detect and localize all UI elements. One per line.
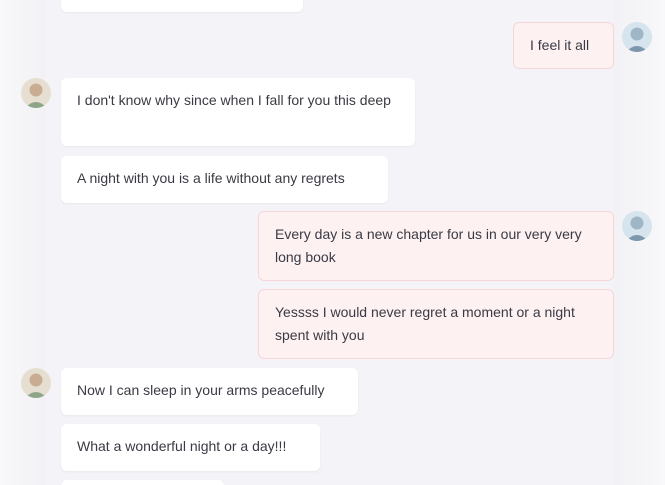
message-text: I feel it all [530,37,590,53]
self-avatar-icon [622,211,652,241]
message-bubble-incoming[interactable]: I don't know why since when I fall for y… [61,78,415,146]
message-bubble-incoming[interactable] [61,0,303,12]
message-bubble-incoming[interactable]: A night with you is a life without any r… [61,156,388,203]
chat-right-edge [613,0,665,485]
contact-avatar-icon [21,368,51,398]
chat-messages-area[interactable]: I feel it all I don't know why since whe… [0,0,665,485]
self-avatar-icon [622,22,652,52]
message-text: What a wonderful night or a day!!! [77,438,287,454]
contact-avatar-icon [21,78,51,108]
message-text: I don't know why since when I fall for y… [77,92,391,108]
self-avatar[interactable] [622,211,652,241]
contact-avatar[interactable] [21,78,51,108]
message-bubble-outgoing[interactable]: I feel it all [513,22,614,69]
chat-left-edge [0,0,45,485]
message-bubble-incoming[interactable]: Now I can sleep in your arms peacefully [61,368,358,415]
message-text: Yessss I would never regret a moment or … [275,304,575,343]
message-text: Now I can sleep in your arms peacefully [77,382,325,398]
message-bubble-incoming[interactable] [61,480,224,485]
message-text: A night with you is a life without any r… [77,170,345,186]
message-text: Every day is a new chapter for us in our… [275,226,582,265]
message-bubble-outgoing[interactable]: Every day is a new chapter for us in our… [258,211,614,281]
message-bubble-outgoing[interactable]: Yessss I would never regret a moment or … [258,289,614,359]
message-bubble-incoming[interactable]: What a wonderful night or a day!!! [61,424,320,471]
self-avatar[interactable] [622,22,652,52]
contact-avatar[interactable] [21,368,51,398]
